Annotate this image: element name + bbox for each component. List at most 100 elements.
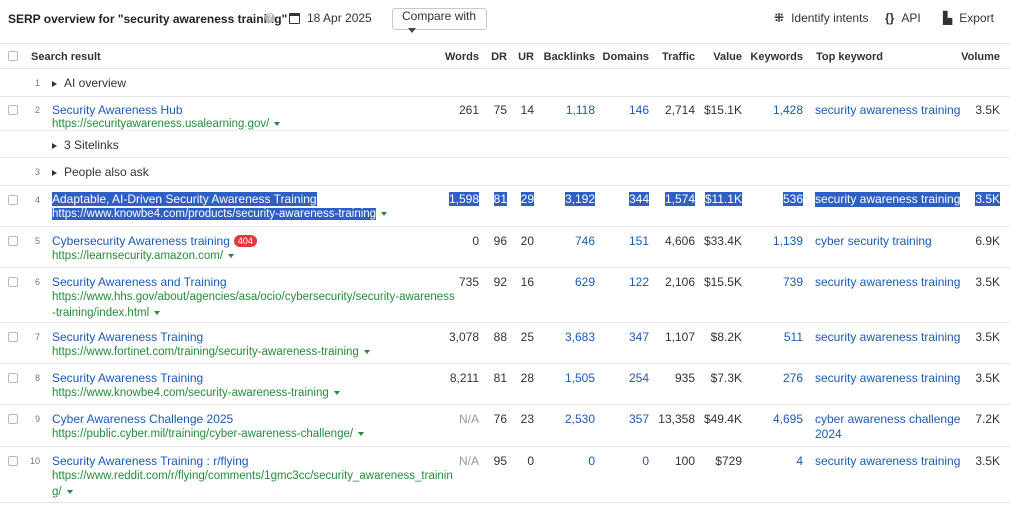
keywords-link[interactable]: 1,139 [773,234,803,248]
result-title[interactable]: Cyber Awareness Challenge 2025 [52,412,233,426]
chevron-down-icon [274,121,281,126]
ai-overview-row: 1 AI overview [0,69,1010,97]
export-button[interactable]: ▙ Export [943,11,994,25]
api-button[interactable]: {} API [885,11,921,25]
result-url[interactable]: https://www.knowbe4.com/security-awarene… [52,385,340,401]
keywords-link[interactable]: 4 [796,454,803,468]
words-value: N/A [458,412,479,426]
col-words[interactable]: Words [445,51,479,63]
col-value[interactable]: Value [713,51,742,63]
backlinks-link[interactable]: 3,192 [564,192,595,206]
row-checkbox[interactable] [8,414,18,424]
top-keyword-link[interactable]: security awareness training [815,275,960,290]
col-dr[interactable]: DR [491,51,507,63]
col-backlinks[interactable]: Backlinks [544,51,595,63]
row-number: 4 [34,195,40,205]
identify-intents-button[interactable]: ⁜ Identify intents [774,11,868,25]
domains-link[interactable]: 344 [628,192,649,206]
top-keyword-link[interactable]: security awareness training [815,454,960,469]
top-keyword-link[interactable]: security awareness training [815,330,960,345]
sitelinks-toggle[interactable]: 3 Sitelinks [52,138,119,152]
result-title[interactable]: Adaptable, AI-Driven Security Awareness … [52,192,317,206]
date-picker[interactable]: 18 Apr 2025 [289,11,372,25]
col-domains[interactable]: Domains [603,51,649,63]
result-url[interactable]: https://www.knowbe4.com/products/securit… [52,206,388,222]
result-url-text: https://www.knowbe4.com/security-awarene… [52,387,329,399]
words-value: N/A [458,454,479,468]
backlinks-link[interactable]: 1,505 [565,371,595,385]
result-url[interactable]: https://www.reddit.com/r/flying/comments… [52,468,453,500]
result-url[interactable]: https://www.hhs.gov/about/agencies/asa/o… [52,289,455,321]
caret-right-icon [52,169,57,176]
top-keyword-link[interactable]: security awareness training [815,371,960,386]
value-value: $49.4K [703,412,742,426]
traffic-value: 100 [674,454,695,468]
result-url[interactable]: https://www.fortinet.com/training/securi… [52,344,370,360]
backlinks-link[interactable]: 2,530 [565,412,595,426]
domains-link[interactable]: 357 [629,412,649,426]
backlinks-link[interactable]: 0 [588,454,595,468]
result-title[interactable]: Cybersecurity Awareness training 404 [52,234,257,248]
table-row: 9 Cyber Awareness Challenge 2025 https:/… [0,405,1010,447]
row-checkbox[interactable] [8,277,18,287]
domains-link[interactable]: 0 [642,454,649,468]
result-title[interactable]: Security Awareness and Training [52,275,227,289]
col-traffic[interactable]: Traffic [662,51,695,63]
col-search-result[interactable]: Search result [31,51,101,63]
domains-link[interactable]: 146 [629,103,649,117]
col-volume[interactable]: Volume [961,51,1000,63]
result-url[interactable]: https://public.cyber.mil/training/cyber-… [52,426,365,442]
domains-link[interactable]: 122 [629,275,649,289]
top-keyword-link[interactable]: security awareness training [815,192,961,207]
select-all-checkbox[interactable] [8,51,18,61]
keywords-link[interactable]: 739 [783,275,803,289]
keywords-link[interactable]: 536 [782,192,803,206]
result-url[interactable]: https://securityawareness.usalearning.go… [52,116,281,132]
result-title[interactable]: Security Awareness Training [52,330,203,344]
result-title[interactable]: Security Awareness Training : r/flying [52,454,249,468]
row-checkbox[interactable] [8,236,18,246]
backlinks-link[interactable]: 3,683 [565,330,595,344]
result-url[interactable]: https://learnsecurity.amazon.com/ [52,248,235,264]
help-icon[interactable]: ? [265,13,275,23]
top-keyword-link[interactable]: security awareness training [815,103,960,118]
col-ur[interactable]: UR [518,51,534,63]
row-number: 10 [29,456,40,466]
row-number: 7 [34,332,40,342]
col-top-keyword[interactable]: Top keyword [816,51,883,63]
backlinks-link[interactable]: 1,118 [566,103,595,117]
status-badge: 404 [233,235,257,247]
people-also-ask-row: 3 People also ask [0,158,1010,186]
result-title[interactable]: Security Awareness Training [52,371,203,385]
ai-overview-toggle[interactable]: AI overview [52,76,126,90]
calendar-icon [289,12,300,24]
keywords-link[interactable]: 4,695 [773,412,803,426]
backlinks-link[interactable]: 746 [575,234,595,248]
top-keyword-link[interactable]: cyber security training [815,234,932,249]
row-checkbox[interactable] [8,373,18,383]
row-checkbox[interactable] [8,456,18,466]
value-value: $15.1K [703,103,742,117]
keywords-link[interactable]: 276 [783,371,803,385]
domains-link[interactable]: 151 [629,234,649,248]
domains-link[interactable]: 347 [629,330,649,344]
volume-value: 3.5K [975,192,1000,206]
top-keyword-link[interactable]: cyber awareness challenge 2024 [815,412,960,442]
result-title[interactable]: Security Awareness Hub [52,103,183,117]
row-number: 3 [34,167,40,177]
row-checkbox[interactable] [8,105,18,115]
domains-link[interactable]: 254 [629,371,649,385]
result-url-text-line2: g/ [52,486,62,498]
chevron-down-icon [333,390,340,395]
compare-with-button[interactable]: Compare with [392,8,487,34]
backlinks-link[interactable]: 629 [575,275,595,289]
chevron-down-icon [363,349,370,354]
people-also-ask-toggle[interactable]: People also ask [52,165,149,179]
keywords-link[interactable]: 1,428 [773,103,803,117]
volume-value: 3.5K [975,454,1000,468]
row-checkbox[interactable] [8,195,18,205]
row-checkbox[interactable] [8,332,18,342]
col-keywords[interactable]: Keywords [750,51,803,63]
keywords-link[interactable]: 511 [784,330,803,344]
value-value: $8.2K [710,330,742,344]
